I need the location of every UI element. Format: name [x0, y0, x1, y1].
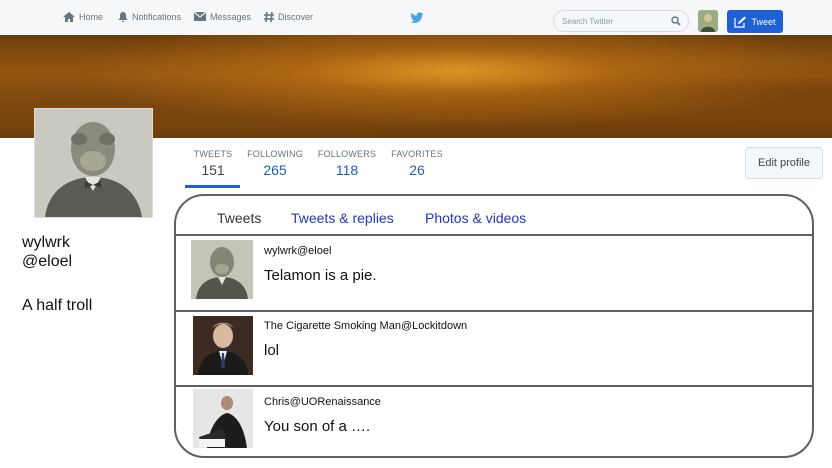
stat-favorites[interactable]: FAVORITES 26	[390, 149, 444, 178]
avatar[interactable]	[698, 10, 718, 32]
tweet-user[interactable]: wylwrk@eloel	[264, 245, 331, 257]
tweet-text: Telamon is a pie.	[264, 267, 377, 284]
stat-following-label: FOLLOWING	[247, 149, 303, 159]
nav-messages[interactable]: Messages	[193, 11, 251, 22]
hashtag-icon	[264, 11, 274, 23]
tab-photos-and-videos[interactable]: Photos & videos	[425, 210, 526, 226]
search-icon[interactable]	[671, 16, 681, 26]
tweet-avatar-image	[193, 389, 253, 448]
tweet-user[interactable]: The Cigarette Smoking Man@Lockitdown	[264, 320, 467, 332]
tweet-item[interactable]: The Cigarette Smoking Man@Lockitdown lol	[176, 311, 812, 387]
search-box[interactable]	[553, 10, 689, 32]
nav-home-label: Home	[79, 12, 104, 22]
timeline: Tweets Tweets & replies Photos & videos …	[174, 194, 814, 458]
user-avatar-image	[698, 10, 718, 32]
profile-names: wylwrk @eloel	[22, 233, 72, 271]
stat-following-value: 265	[263, 162, 287, 178]
nav-discover-label: Discover	[278, 12, 314, 22]
profile-bio: A half troll	[22, 297, 93, 314]
stat-followers-label: FOLLOWERS	[317, 149, 377, 159]
tab-tweets[interactable]: Tweets	[217, 210, 261, 226]
bell-icon	[118, 12, 128, 23]
top-nav: Home Notifications Messages Discover Twe…	[0, 0, 832, 36]
envelope-icon	[193, 11, 207, 21]
tweet-item[interactable]: Chris@UORenaissance You son of a ….	[176, 387, 812, 456]
stat-tweets-value: 151	[201, 162, 225, 178]
nav-messages-label: Messages	[210, 11, 252, 22]
profile-handle: @eloel	[22, 253, 73, 270]
tweet-item[interactable]: wylwrk@eloel Telamon is a pie.	[176, 236, 812, 312]
stat-tweets-label: TWEETS	[193, 149, 233, 159]
stat-following[interactable]: FOLLOWING 265	[246, 149, 304, 178]
stat-followers[interactable]: FOLLOWERS 118	[317, 149, 377, 178]
stat-tweets[interactable]: TWEETS 151	[192, 149, 234, 178]
stat-favorites-label: FAVORITES	[391, 149, 443, 159]
compose-icon	[734, 16, 747, 28]
tweet-avatar[interactable]	[191, 240, 253, 299]
stat-active-indicator	[185, 185, 240, 188]
profile-picture-image	[35, 109, 152, 217]
tweet-button[interactable]: Tweet	[727, 10, 783, 33]
edit-profile-button[interactable]: Edit profile	[745, 147, 823, 179]
search-input[interactable]	[562, 14, 666, 28]
stat-followers-value: 118	[335, 162, 359, 178]
tweet-user[interactable]: Chris@UORenaissance	[264, 396, 381, 408]
tweet-text: lol	[264, 342, 280, 359]
profile-name: wylwrk	[22, 234, 70, 251]
tab-tweets-and-replies[interactable]: Tweets & replies	[291, 210, 394, 226]
tweet-avatar[interactable]	[193, 389, 253, 448]
timeline-tabs: Tweets Tweets & replies Photos & videos	[176, 196, 812, 236]
tweet-button-label: Tweet	[751, 16, 776, 27]
twitter-bird-icon[interactable]	[410, 12, 424, 24]
nav-discover[interactable]: Discover	[263, 11, 313, 23]
nav-home[interactable]: Home	[62, 11, 103, 23]
home-icon	[63, 12, 75, 22]
stat-favorites-value: 26	[409, 162, 425, 178]
tweet-avatar-image	[191, 240, 253, 299]
tweet-avatar-image	[193, 316, 253, 375]
nav-notifications-label: Notifications	[132, 12, 182, 22]
tweet-avatar[interactable]	[193, 316, 253, 375]
nav-notifications[interactable]: Notifications	[117, 11, 181, 23]
tweet-text: You son of a ….	[264, 418, 371, 435]
profile-picture[interactable]	[34, 108, 153, 218]
